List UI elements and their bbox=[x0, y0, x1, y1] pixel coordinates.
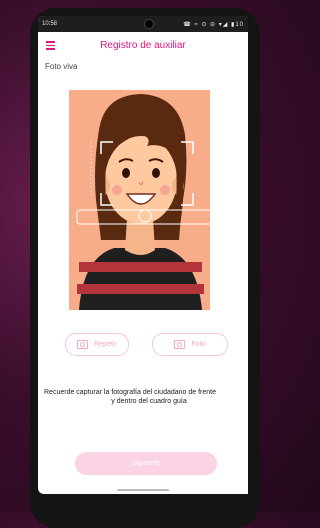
status-time: 10:58 bbox=[42, 21, 58, 27]
status-icons: ☎ ≈ ⊙ ⊖ ▾◢ ▮10 bbox=[183, 21, 244, 28]
instruction-text: Recuerde capturar la fotografía del ciud… bbox=[44, 389, 248, 406]
status-bar: 10:58 ☎ ≈ ⊙ ⊖ ▾◢ ▮10 bbox=[38, 16, 248, 32]
photo-label: Foto bbox=[191, 341, 206, 348]
instruction-line-1: Recuerde capturar la fotografía del ciud… bbox=[44, 389, 217, 396]
page-title: Registro de auxiliar bbox=[100, 39, 186, 51]
next-button[interactable]: Siguiente bbox=[75, 452, 217, 475]
retry-label: Repetir bbox=[94, 341, 117, 348]
live-photo-preview bbox=[69, 90, 210, 310]
home-indicator[interactable] bbox=[117, 489, 169, 491]
section-label: Foto viva bbox=[45, 62, 78, 71]
camera-icon bbox=[174, 340, 186, 349]
avatar-illustration bbox=[76, 94, 210, 310]
photo-button[interactable]: Foto bbox=[152, 333, 228, 356]
app-screen: 10:58 ☎ ≈ ⊙ ⊖ ▾◢ ▮10 Registro de auxilia… bbox=[38, 16, 248, 494]
app-bar: Registro de auxiliar bbox=[38, 32, 248, 58]
hamburger-icon[interactable] bbox=[46, 41, 55, 52]
front-camera bbox=[144, 19, 154, 29]
retry-button[interactable]: Repetir bbox=[65, 333, 129, 356]
instruction-line-2: y dentro del cuadro guía bbox=[111, 397, 187, 405]
camera-icon bbox=[77, 340, 89, 349]
